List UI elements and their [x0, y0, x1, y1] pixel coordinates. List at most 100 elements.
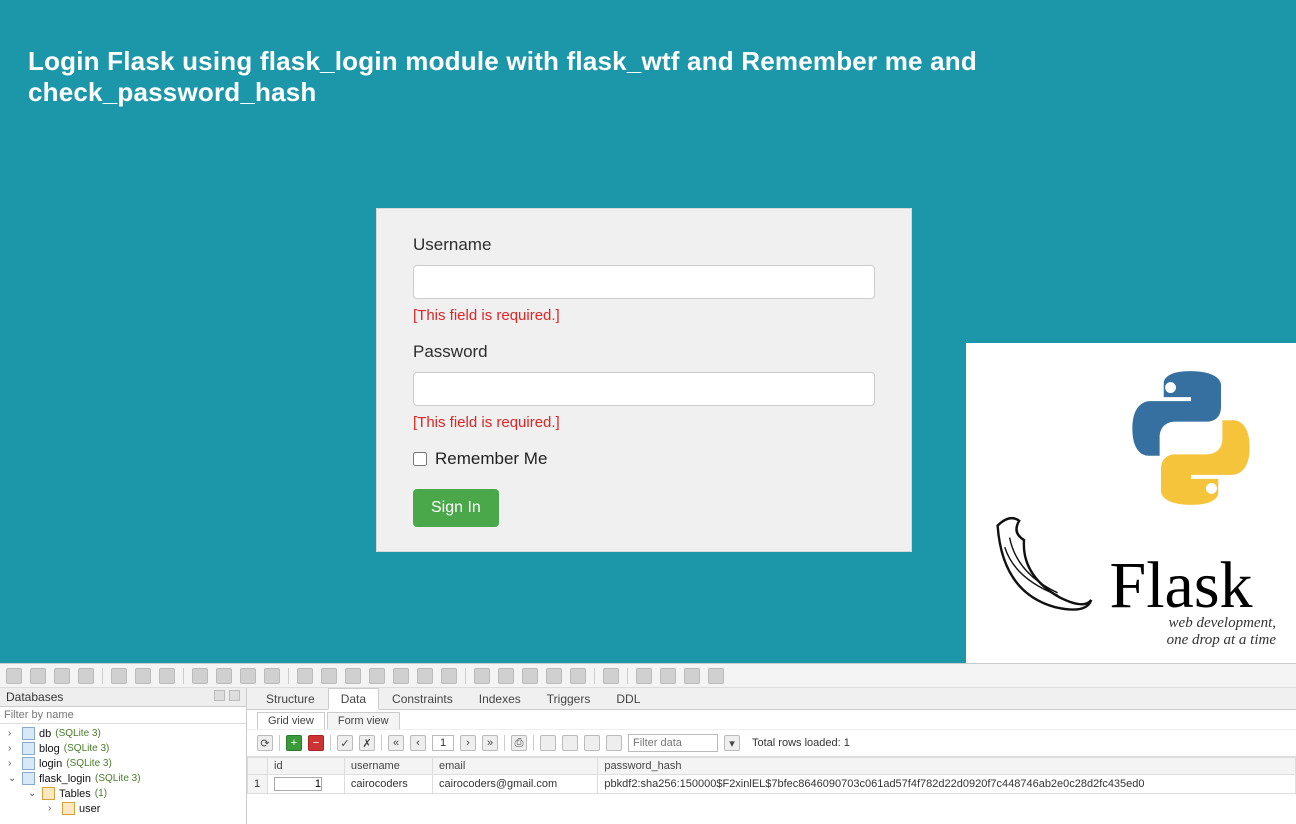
toolbar-icon[interactable]: [297, 668, 313, 684]
close-icon[interactable]: [229, 690, 240, 701]
tree-tag: (SQLite 3): [66, 758, 112, 769]
table-icon: [62, 802, 75, 815]
cell-password-hash[interactable]: pbkdf2:sha256:150000$F2xinlEL$7bfec86460…: [598, 775, 1296, 794]
grid-first-page-icon[interactable]: «: [388, 735, 404, 751]
toolbar-icon[interactable]: [441, 668, 457, 684]
tab-data[interactable]: Data: [328, 688, 379, 710]
toolbar-icon[interactable]: [546, 668, 562, 684]
db-filter-input[interactable]: [0, 707, 246, 724]
login-form: Username [This field is required.] Passw…: [376, 208, 912, 552]
toolbar-separator: [183, 668, 184, 684]
tree-arrow-icon[interactable]: ›: [8, 728, 18, 739]
grid-rollback-icon[interactable]: ✗: [359, 735, 375, 751]
tree-item-tables[interactable]: ⌄Tables (1): [0, 786, 246, 801]
toolbar-icon[interactable]: [570, 668, 586, 684]
toolbar-icon[interactable]: [660, 668, 676, 684]
tree-item-user[interactable]: ›user: [0, 801, 246, 816]
toolbar-separator: [381, 735, 382, 751]
toolbar-icon[interactable]: [684, 668, 700, 684]
tree-arrow-icon[interactable]: ›: [48, 803, 58, 814]
page-title: Login Flask using flask_login module wit…: [0, 0, 1296, 108]
table-row[interactable]: 1 cairocoders cairocoders@gmail.com pbkd…: [248, 775, 1296, 794]
tree-label: db: [39, 728, 51, 740]
cell-email[interactable]: cairocoders@gmail.com: [433, 775, 598, 794]
tree-arrow-icon[interactable]: ⌄: [28, 788, 38, 799]
toolbar-icon[interactable]: [522, 668, 538, 684]
python-logo-icon: [1116, 363, 1266, 513]
db-sidebar-title: Databases: [6, 690, 63, 704]
flask-wordmark: Flask: [1109, 556, 1252, 615]
grid-last-page-icon[interactable]: »: [482, 735, 498, 751]
dock-icon[interactable]: [214, 690, 225, 701]
toolbar-icon[interactable]: [6, 668, 22, 684]
toolbar-icon[interactable]: [30, 668, 46, 684]
tree-item-login[interactable]: ›login (SQLite 3): [0, 756, 246, 771]
toolbar-icon[interactable]: [345, 668, 361, 684]
tree-item-flask_login[interactable]: ⌄ flask_login (SQLite 3): [0, 771, 246, 786]
toolbar-icon[interactable]: [321, 668, 337, 684]
toolbar-icon[interactable]: [111, 668, 127, 684]
grid-tool-icon[interactable]: [584, 735, 600, 751]
grid-tool-icon[interactable]: [562, 735, 578, 751]
cell-username[interactable]: cairocoders: [344, 775, 432, 794]
col-email[interactable]: email: [433, 758, 598, 775]
cell-id-input[interactable]: [274, 777, 322, 791]
grid-commit-icon[interactable]: ✓: [337, 735, 353, 751]
grid-next-page-icon[interactable]: ›: [460, 735, 476, 751]
grid-corner: [248, 758, 268, 775]
tree-tag: (SQLite 3): [95, 773, 141, 784]
subtab-grid-view[interactable]: Grid view: [257, 712, 325, 729]
username-input[interactable]: [413, 265, 875, 299]
toolbar-icon[interactable]: [240, 668, 256, 684]
tree-item-blog[interactable]: ›blog (SQLite 3): [0, 741, 246, 756]
grid-page-number[interactable]: 1: [432, 735, 454, 751]
tree-arrow-icon[interactable]: ›: [8, 758, 18, 769]
password-input[interactable]: [413, 372, 875, 406]
tree-arrow-icon[interactable]: ›: [8, 743, 18, 754]
tab-structure[interactable]: Structure: [253, 688, 328, 709]
toolbar-separator: [102, 668, 103, 684]
remember-me-checkbox[interactable]: [413, 452, 427, 466]
flask-horn-icon: [976, 504, 1096, 639]
cell-id[interactable]: [268, 775, 345, 794]
toolbar-fx-icon[interactable]: [498, 668, 514, 684]
grid-add-row-icon[interactable]: +: [286, 735, 302, 751]
toolbar-icon[interactable]: [708, 668, 724, 684]
remember-me-row[interactable]: Remember Me: [413, 449, 875, 469]
toolbar-icon[interactable]: [393, 668, 409, 684]
toolbar-icon[interactable]: [192, 668, 208, 684]
toolbar-icon[interactable]: [54, 668, 70, 684]
toolbar-icon[interactable]: [474, 668, 490, 684]
toolbar-icon[interactable]: [636, 668, 652, 684]
col-username[interactable]: username: [344, 758, 432, 775]
tab-triggers[interactable]: Triggers: [534, 688, 604, 709]
toolbar-icon[interactable]: [159, 668, 175, 684]
tree-label: flask_login: [39, 773, 91, 785]
toolbar-icon[interactable]: [78, 668, 94, 684]
grid-delete-row-icon[interactable]: −: [308, 735, 324, 751]
toolbar-icon[interactable]: [264, 668, 280, 684]
tab-ddl[interactable]: DDL: [603, 688, 653, 709]
tree-item-db[interactable]: ›db (SQLite 3): [0, 726, 246, 741]
grid-toolbar: ⟳ + − ✓ ✗ « ‹ 1 › » ⎙: [247, 729, 1296, 757]
tab-constraints[interactable]: Constraints: [379, 688, 466, 709]
grid-tool-icon[interactable]: [606, 735, 622, 751]
grid-prev-page-icon[interactable]: ‹: [410, 735, 426, 751]
tree-arrow-icon[interactable]: ⌄: [8, 773, 18, 784]
subtab-form-view[interactable]: Form view: [327, 712, 400, 729]
grid-filter-input[interactable]: [628, 734, 718, 752]
grid-filter-apply-icon[interactable]: ▾: [724, 735, 740, 751]
grid-print-icon[interactable]: ⎙: [511, 735, 527, 751]
tab-indexes[interactable]: Indexes: [466, 688, 534, 709]
col-password-hash[interactable]: password_hash: [598, 758, 1296, 775]
signin-button[interactable]: Sign In: [413, 489, 499, 527]
toolbar-icon[interactable]: [216, 668, 232, 684]
toolbar-icon[interactable]: [417, 668, 433, 684]
toolbar-icon[interactable]: [603, 668, 619, 684]
toolbar-icon[interactable]: [369, 668, 385, 684]
toolbar-icon[interactable]: [135, 668, 151, 684]
grid-refresh-icon[interactable]: ⟳: [257, 735, 273, 751]
col-id[interactable]: id: [268, 758, 345, 775]
table-icon: [42, 787, 55, 800]
grid-tool-icon[interactable]: [540, 735, 556, 751]
